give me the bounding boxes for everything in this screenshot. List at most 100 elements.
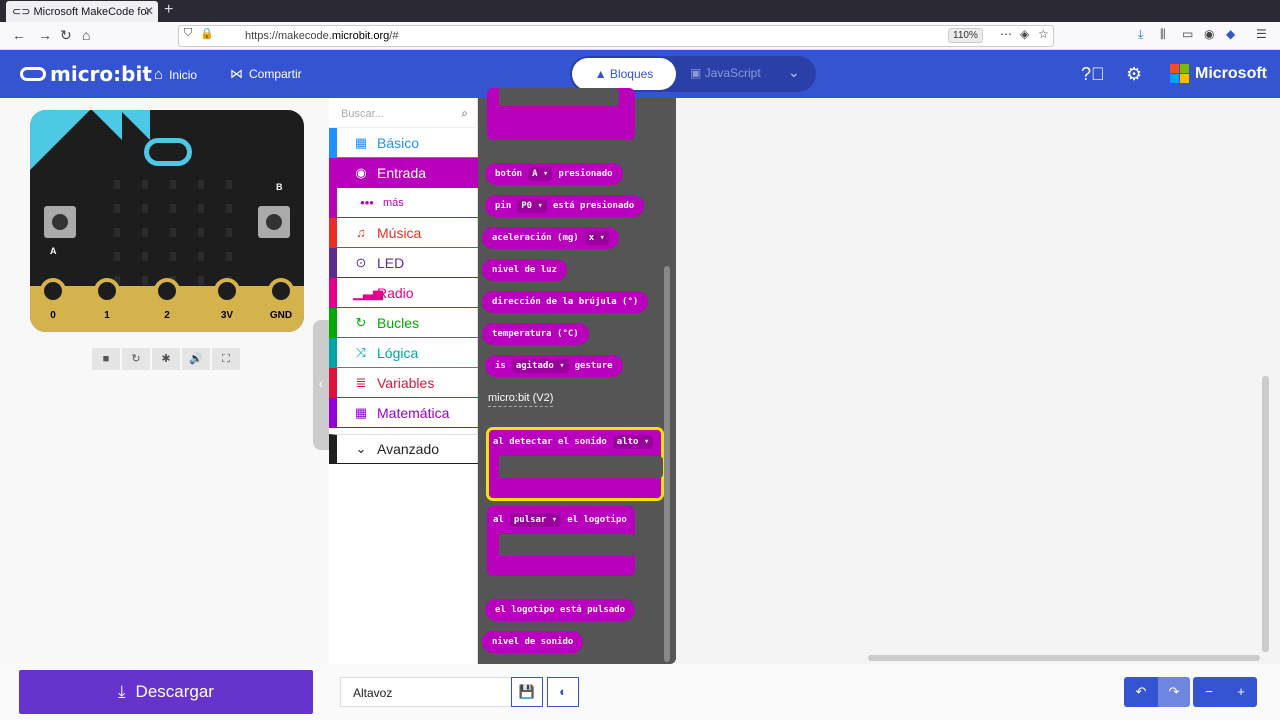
simulator-controls: ■ ↻ ✱ 🔊 ⛶ (92, 348, 240, 370)
zoom-in-button[interactable]: + (1225, 677, 1257, 707)
url-prefix: https://makecode. (245, 30, 332, 42)
button-b[interactable] (258, 206, 290, 238)
stop-icon[interactable]: ■ (92, 348, 120, 370)
github-button[interactable]: ◐ (547, 677, 579, 707)
logo-is-pressed-block[interactable]: el logotipo está pulsado (485, 599, 636, 621)
touch-logo[interactable] (144, 138, 192, 166)
category-basico[interactable]: ▦ Básico (329, 128, 478, 158)
microbit-logo[interactable]: micro:bit (20, 62, 152, 86)
forward-icon[interactable]: → (38, 27, 52, 43)
button-pressed-block[interactable]: botón A ▾ presionado (485, 163, 623, 185)
more-icon[interactable]: ⋯ (1000, 27, 1012, 41)
block-text: está presionado (552, 201, 635, 211)
blocks-tab[interactable]: ▲ Bloques (572, 58, 676, 90)
library-icon[interactable]: ⫼ (1160, 27, 1166, 42)
url-bar[interactable]: https://makecode.microbit.org/# (178, 25, 1054, 47)
acceleration-block[interactable]: aceleración (mg) x ▾ (482, 227, 619, 249)
search-input[interactable]: Buscar... ⌕ (329, 98, 478, 128)
extension-icon[interactable]: ◆ (1226, 27, 1235, 41)
block-dropdown[interactable]: x ▾ (584, 231, 609, 245)
grid-icon: ▦ (354, 134, 368, 150)
partial-event-block[interactable] (487, 88, 635, 140)
javascript-tab[interactable]: ▣ JavaScript (690, 66, 761, 80)
lock-icon[interactable]: 🔒 (200, 27, 214, 40)
block-text: temperatura (°C) (492, 329, 579, 339)
collapse-simulator-button[interactable]: ‹ (313, 320, 329, 450)
compass-heading-block[interactable]: dirección de la brújula (°) (482, 291, 649, 313)
bookmark-star-icon[interactable]: ☆ (1038, 27, 1049, 41)
redo-button[interactable]: ↷ (1158, 677, 1190, 707)
block-dropdown[interactable]: agitado ▾ (511, 359, 569, 373)
close-tab-icon[interactable]: ✕ (144, 4, 154, 18)
zoom-out-icon: − (1205, 684, 1213, 699)
category-bucles[interactable]: ↻ Bucles (329, 308, 478, 338)
pin-hole[interactable] (154, 278, 180, 304)
pin-hole[interactable] (214, 278, 240, 304)
chevron-down-icon[interactable]: ⌄ (788, 64, 800, 81)
sidebar-icon[interactable]: ▭ (1182, 27, 1193, 41)
block-dropdown[interactable]: P0 ▾ (517, 199, 547, 213)
workspace-vertical-scrollbar[interactable] (1262, 376, 1269, 652)
microsoft-logo[interactable]: Microsoft (1170, 64, 1267, 83)
new-tab-icon[interactable]: + (164, 1, 173, 19)
download-button[interactable]: ⤓ Descargar (19, 670, 313, 714)
category-led[interactable]: ⊙ LED (329, 248, 478, 278)
category-label: Bucles (377, 314, 420, 331)
zoom-level[interactable]: 110% (948, 28, 983, 43)
category-variables[interactable]: ≣ Variables (329, 368, 478, 398)
headphones-icon: ♫ (356, 225, 366, 240)
category-logica[interactable]: ⤨ Lógica (329, 338, 478, 368)
block-text: nivel de luz (492, 265, 558, 275)
fullscreen-icon[interactable]: ⛶ (212, 348, 240, 370)
zoom-out-button[interactable]: − (1193, 677, 1225, 707)
category-musica[interactable]: ♫ Música (329, 218, 478, 248)
pin-label: GND (269, 310, 293, 321)
project-name-input[interactable]: Altavoz (340, 677, 512, 707)
menu-icon[interactable]: ☰ (1256, 27, 1267, 41)
block-dropdown[interactable]: A ▾ (528, 167, 553, 181)
gesture-block[interactable]: is agitado ▾ gesture (485, 355, 623, 377)
pin-pressed-block[interactable]: pin P0 ▾ está presionado (485, 195, 645, 217)
home-button[interactable]: ⌂ Inicio (154, 66, 197, 83)
temperature-block[interactable]: temperatura (°C) (482, 323, 589, 345)
browser-tab[interactable]: ⊂⊃ Microsoft MakeCode for ✕ (6, 1, 158, 22)
undo-button[interactable]: ↶ (1124, 677, 1158, 707)
back-icon[interactable]: ← (12, 27, 26, 43)
gear-icon[interactable]: ⚙ (1126, 64, 1142, 85)
flyout-scrollbar[interactable] (664, 266, 670, 662)
category-entrada[interactable]: ◉ Entrada (329, 158, 478, 188)
pocket-icon[interactable]: ◈ (1020, 27, 1029, 41)
pin-hole[interactable] (40, 278, 66, 304)
on-loud-sound-block[interactable]: al detectar el sonido alto ▾ (486, 427, 664, 501)
account-icon[interactable]: ◉ (1204, 27, 1214, 41)
search-icon[interactable]: ⌕ (461, 106, 468, 121)
category-avanzado[interactable]: ⌄ Avanzado (329, 434, 478, 464)
workspace-horizontal-scrollbar[interactable] (868, 655, 1260, 661)
loop-icon: ↻ (355, 314, 367, 330)
category-matematica[interactable]: ▦ Matemática (329, 398, 478, 428)
help-icon[interactable]: ?⃝ (1081, 64, 1105, 85)
category-mas[interactable]: ••• más (329, 188, 478, 218)
home-icon[interactable]: ⌂ (82, 27, 90, 43)
pin-hole[interactable] (268, 278, 294, 304)
reload-icon[interactable]: ↻ (60, 27, 72, 44)
blocks-workspace[interactable] (676, 98, 1280, 664)
debug-icon[interactable]: ✱ (152, 348, 180, 370)
light-level-block[interactable]: nivel de luz (482, 259, 568, 281)
button-a[interactable] (44, 206, 76, 238)
block-dropdown[interactable]: pulsar ▾ (509, 513, 562, 527)
block-dropdown[interactable]: alto ▾ (612, 435, 654, 449)
on-logo-pressed-block[interactable]: al pulsar ▾ el logotipo (487, 506, 635, 576)
restart-icon[interactable]: ↻ (122, 348, 150, 370)
url-domain: microbit.org (331, 30, 390, 42)
shield-icon[interactable]: ⛉ (184, 27, 192, 40)
share-button[interactable]: ⋈ Compartir (230, 66, 302, 82)
download-icon[interactable]: ⤓ (1138, 27, 1143, 42)
microsoft-grid-icon (1170, 64, 1189, 83)
microsoft-label: Microsoft (1195, 64, 1267, 82)
sound-level-block[interactable]: nivel de sonido (482, 631, 584, 653)
mute-icon[interactable]: 🔊 (182, 348, 210, 370)
pin-hole[interactable] (94, 278, 120, 304)
category-radio[interactable]: ▁▃▅ Radio (329, 278, 478, 308)
save-button[interactable]: 💾 (511, 677, 543, 707)
